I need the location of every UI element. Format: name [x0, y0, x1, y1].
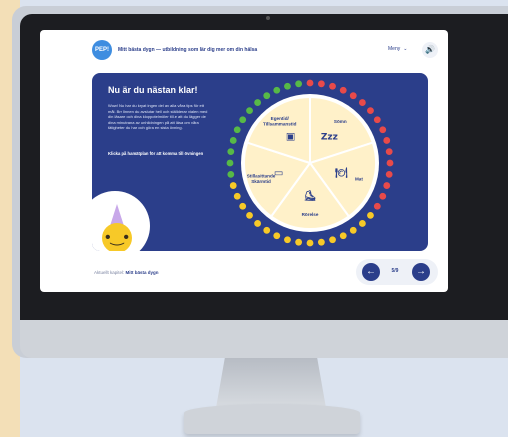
top-bar: PEP! Mitt bästa dygn — utbildning som lä…	[40, 30, 448, 68]
ring-dot	[284, 82, 291, 90]
sound-button[interactable]: 🔊	[422, 42, 438, 58]
ring-dot	[254, 220, 262, 227]
previous-button[interactable]: ←	[362, 263, 380, 281]
food-icon: 🍽	[335, 167, 348, 179]
daily-wheel: ZzzSömn🍽 Mat⛸Rörelse▭Stillasittande Skärmt…	[226, 79, 394, 247]
ring-dot	[306, 239, 314, 247]
ring-dot	[227, 148, 235, 156]
app-logo[interactable]: PEP!	[92, 40, 112, 60]
panel-heading: Nu är du nästan klar!	[108, 85, 198, 95]
chapter-prefix: Aktuellt kapitel:	[94, 270, 125, 275]
camera-dot	[266, 16, 270, 20]
arrow-right-icon: →	[416, 266, 426, 277]
zzz-icon: Zzz	[321, 132, 338, 142]
ring-dot	[367, 107, 374, 115]
ring-dot	[229, 182, 237, 189]
wheel-segment-label: Rörelse	[302, 212, 319, 217]
menu-label: Meny	[388, 46, 401, 52]
ring-dot	[233, 126, 241, 134]
arrow-left-icon: ←	[366, 266, 376, 277]
ring-dot	[239, 202, 247, 210]
ring-dot	[383, 182, 391, 189]
ring-dot	[358, 220, 366, 227]
ring-dot	[329, 82, 336, 90]
smiley-icon: •‿•	[102, 223, 132, 251]
speaker-icon: 🔊	[425, 45, 435, 54]
ring-dot	[233, 192, 241, 200]
ring-dot	[306, 79, 314, 87]
ring-dot	[349, 226, 357, 234]
ring-dot	[373, 116, 381, 124]
content-panel: Nu är du nästan klar! Wow! Nu har du kry…	[92, 73, 428, 251]
ring-dot	[358, 99, 366, 106]
ring-dot	[263, 226, 271, 234]
ring-dot	[246, 211, 253, 219]
ring-dot	[284, 236, 291, 244]
ring-dot	[367, 211, 374, 219]
ring-dot	[226, 159, 234, 167]
ring-dot	[385, 170, 393, 178]
menu-button[interactable]: Meny ⌄	[388, 43, 424, 55]
screen: PEP! Mitt bästa dygn — utbildning som lä…	[40, 30, 448, 292]
ring-dot	[273, 232, 281, 240]
speaker-icon: ▣	[286, 131, 295, 142]
panel-cta-text: Klicka på hamätplan för att komma till ö…	[108, 151, 204, 156]
ring-dot	[295, 80, 303, 88]
ring-dot	[329, 236, 336, 244]
ring-dot	[317, 80, 325, 88]
app-title: Mitt bästa dygn — utbildning som lär dig…	[118, 47, 258, 53]
ring-dot	[229, 137, 237, 144]
ring-dot	[295, 238, 303, 246]
monitor-base	[184, 404, 360, 434]
ring-dot	[339, 232, 347, 240]
ring-dot	[263, 92, 271, 100]
ring-dot	[385, 148, 393, 156]
monitor-stand	[216, 358, 326, 408]
ring-dot	[379, 126, 387, 134]
panel-body-text: Wow! Nu har du kryat ingen del av alla v…	[108, 103, 208, 130]
ring-dot	[254, 99, 262, 106]
ring-dot	[339, 86, 347, 94]
chevron-down-icon: ⌄	[403, 46, 408, 52]
ring-dot	[386, 159, 394, 167]
ring-dot	[317, 238, 325, 246]
wheel-segment-label: Mat	[355, 176, 363, 181]
roller-skate-icon: ⛸	[304, 190, 317, 202]
ring-dot	[349, 92, 357, 100]
monitor-chin	[20, 320, 508, 358]
ring-dot	[227, 170, 235, 178]
page-indicator: 5/9	[391, 268, 399, 274]
wheel-segment-label: Sömn	[334, 119, 347, 124]
ring-dot	[379, 192, 387, 200]
current-chapter: Aktuellt kapitel: Mitt bästa dygn	[94, 270, 159, 275]
ring-dot	[239, 116, 247, 124]
next-button[interactable]: →	[412, 263, 430, 281]
chapter-name[interactable]: Mitt bästa dygn	[126, 270, 159, 275]
ring-dot	[383, 137, 391, 144]
ring-dot	[373, 202, 381, 210]
ring-dot	[273, 86, 281, 94]
ring-dot	[246, 107, 253, 115]
